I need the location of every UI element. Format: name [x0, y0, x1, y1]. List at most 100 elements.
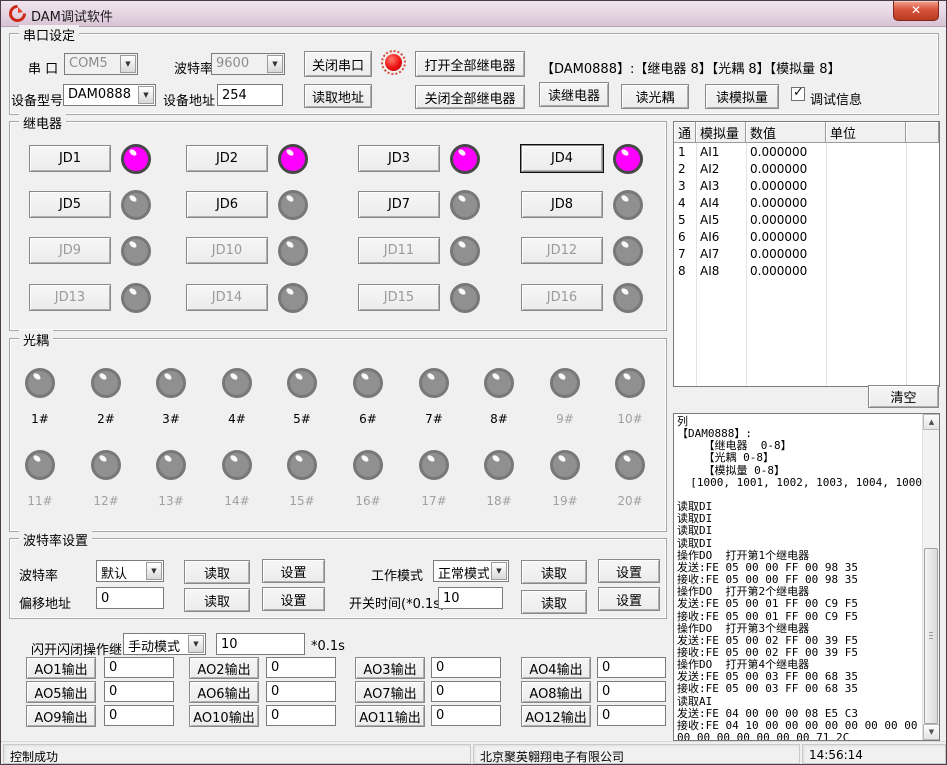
relay-indicator-jd14: [278, 283, 308, 313]
ao8-value-input[interactable]: [597, 681, 666, 702]
relay-button-jd3[interactable]: JD3: [358, 145, 440, 172]
baud-default-select[interactable]: 默认 ▼: [96, 560, 164, 582]
scroll-down-icon[interactable]: ▼: [923, 724, 940, 740]
col-header-value[interactable]: 数值: [746, 122, 826, 143]
log-text: 列 【DAM0888】: 【继电器 0-8】 【光耦 0-8】 【模拟量 0-8…: [677, 416, 905, 741]
work-mode-label: 工作模式: [371, 565, 423, 584]
opto-label-19: 19#: [542, 494, 588, 508]
ao7-output-button[interactable]: AO7输出: [355, 681, 425, 703]
ao8-output-button[interactable]: AO8输出: [521, 681, 591, 703]
ao10-output-button[interactable]: AO10输出: [189, 705, 259, 727]
read-address-button[interactable]: 读取地址: [304, 84, 372, 108]
close-button[interactable]: ✕: [893, 1, 939, 21]
flash-mode-select[interactable]: 手动模式 ▼: [123, 633, 206, 655]
ao3-value-input[interactable]: [431, 657, 501, 678]
ao12-output-button[interactable]: AO12输出: [521, 705, 591, 727]
ao1-output-button[interactable]: AO1输出: [26, 657, 96, 679]
relay-button-jd5[interactable]: JD5: [29, 191, 111, 218]
window-title: DAM调试软件: [31, 6, 113, 25]
relay-button-jd10: JD10: [186, 237, 268, 264]
work-mode-select[interactable]: 正常模式 ▼: [433, 560, 509, 582]
relay-button-jd6[interactable]: JD6: [186, 191, 268, 218]
scroll-up-icon[interactable]: ▲: [923, 414, 940, 430]
relay-indicator-jd2: [278, 144, 308, 174]
col-header-unit[interactable]: 单位: [826, 122, 906, 143]
read-analog-button[interactable]: 读模拟量: [705, 84, 779, 109]
ao11-value-input[interactable]: [431, 705, 501, 726]
log-scrollbar[interactable]: ▲ ▼: [922, 414, 939, 740]
baud-label: 波特率: [174, 58, 213, 77]
titlebar[interactable]: DAM调试软件 ✕: [1, 1, 946, 27]
work-mode-set-button[interactable]: 设置: [598, 559, 660, 583]
opto-indicator-7: [419, 368, 449, 398]
work-mode-read-button[interactable]: 读取: [521, 560, 587, 584]
switch-time-set-button[interactable]: 设置: [598, 587, 660, 611]
ao7-value-input[interactable]: [431, 681, 501, 702]
table-row[interactable]: 6AI60.000000: [674, 229, 939, 246]
device-address-input[interactable]: [217, 84, 283, 106]
device-summary: 【DAM0888】:【继电器 8】【光耦 8】【模拟量 8】: [541, 58, 841, 77]
opto-indicator-1: [25, 368, 55, 398]
table-row[interactable]: 8AI80.000000: [674, 263, 939, 280]
baud-set-button[interactable]: 设置: [262, 559, 325, 583]
clear-log-button[interactable]: 清空: [868, 385, 939, 408]
opto-label-10: 10#: [607, 412, 653, 426]
table-row[interactable]: 2AI20.000000: [674, 161, 939, 178]
ao5-value-input[interactable]: [104, 681, 174, 702]
relay-indicator-jd15: [450, 283, 480, 313]
open-all-relays-button[interactable]: 打开全部继电器: [415, 51, 525, 77]
table-row[interactable]: 4AI40.000000: [674, 195, 939, 212]
debug-info-checkbox[interactable]: [791, 87, 805, 101]
ao12-value-input[interactable]: [597, 705, 666, 726]
ao2-output-button[interactable]: AO2输出: [189, 657, 259, 679]
address-label: 设备地址: [163, 90, 215, 109]
ao5-output-button[interactable]: AO5输出: [26, 681, 96, 703]
app-window: DAM调试软件 ✕ 串口设定 串 口 COM5 ▼ 波特率 9600 ▼ 关闭串…: [0, 0, 947, 765]
status-message: 控制成功: [3, 744, 471, 764]
opto-label-20: 20#: [607, 494, 653, 508]
baud-read-button[interactable]: 读取: [184, 560, 250, 584]
relay-button-jd8[interactable]: JD8: [521, 191, 603, 218]
ao11-output-button[interactable]: AO11输出: [355, 705, 425, 727]
scrollbar-thumb[interactable]: [924, 548, 938, 724]
close-all-relays-button[interactable]: 关闭全部继电器: [415, 85, 525, 109]
ao4-output-button[interactable]: AO4输出: [521, 657, 591, 679]
ao2-value-input[interactable]: [266, 657, 336, 678]
model-select[interactable]: DAM0888 ▼: [63, 84, 156, 106]
status-bar: 控制成功 北京聚英翱翔电子有限公司 14:56:14: [1, 741, 946, 765]
ao9-output-button[interactable]: AO9输出: [26, 705, 96, 727]
ao6-value-input[interactable]: [266, 681, 336, 702]
ao1-value-input[interactable]: [104, 657, 174, 678]
relay-indicator-jd7: [450, 190, 480, 220]
ao4-value-input[interactable]: [597, 657, 666, 678]
col-header-empty[interactable]: [906, 122, 939, 143]
offset-set-button[interactable]: 设置: [262, 587, 325, 611]
relay-button-jd2[interactable]: JD2: [186, 145, 268, 172]
table-row[interactable]: 3AI30.000000: [674, 178, 939, 195]
com-port-select[interactable]: COM5 ▼: [64, 53, 138, 75]
ao3-output-button[interactable]: AO3输出: [355, 657, 425, 679]
relay-button-jd1[interactable]: JD1: [29, 145, 111, 172]
col-header-analog[interactable]: 模拟量: [696, 122, 746, 143]
offset-read-button[interactable]: 读取: [184, 588, 250, 612]
offset-address-label: 偏移地址: [19, 593, 71, 612]
relay-button-jd7[interactable]: JD7: [358, 191, 440, 218]
ao10-value-input[interactable]: [266, 705, 336, 726]
offset-address-input[interactable]: [96, 587, 164, 609]
flash-time-input[interactable]: [216, 633, 305, 655]
read-opto-button[interactable]: 读光耦: [621, 84, 689, 109]
table-row[interactable]: 1AI10.000000: [674, 144, 939, 161]
read-relays-button[interactable]: 读继电器: [539, 82, 609, 107]
ao9-value-input[interactable]: [104, 705, 174, 726]
switch-time-input[interactable]: [438, 587, 503, 609]
opto-label-3: 3#: [148, 412, 194, 426]
company-name: 北京聚英翱翔电子有限公司: [473, 744, 800, 764]
relay-button-jd4[interactable]: JD4: [521, 145, 603, 172]
switch-time-read-button[interactable]: 读取: [521, 590, 587, 614]
close-serial-button[interactable]: 关闭串口: [304, 51, 372, 77]
table-row[interactable]: 7AI70.000000: [674, 246, 939, 263]
ao6-output-button[interactable]: AO6输出: [189, 681, 259, 703]
baud-select[interactable]: 9600 ▼: [211, 53, 285, 75]
col-header-channel[interactable]: 通: [674, 122, 696, 143]
table-row[interactable]: 5AI50.000000: [674, 212, 939, 229]
